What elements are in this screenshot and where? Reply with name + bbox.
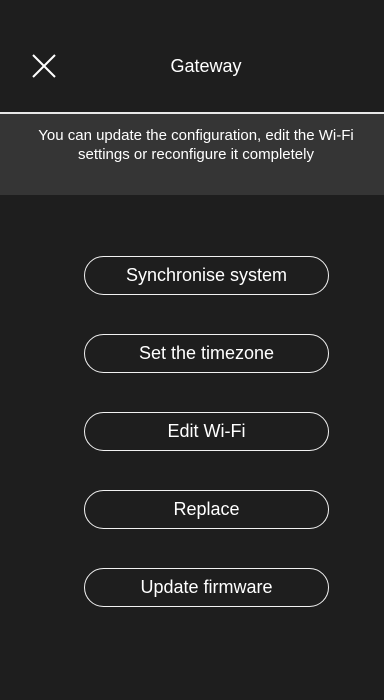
synchronise-system-button[interactable]: Synchronise system	[84, 256, 329, 295]
close-icon	[32, 54, 56, 78]
set-timezone-button[interactable]: Set the timezone	[84, 334, 329, 373]
info-banner: You can update the configuration, edit t…	[0, 114, 392, 195]
gateway-screen: Gateway You can update the configuration…	[0, 0, 392, 700]
replace-button[interactable]: Replace	[84, 490, 329, 529]
page-title: Gateway	[170, 56, 242, 76]
update-firmware-button[interactable]: Update firmware	[84, 568, 329, 607]
info-banner-text: You can update the configuration, edit t…	[38, 127, 354, 163]
header: Gateway	[0, 0, 392, 112]
action-menu: Synchronise system Set the timezone Edit…	[0, 256, 392, 646]
edit-wifi-button[interactable]: Edit Wi-Fi	[84, 412, 329, 451]
close-button[interactable]	[30, 52, 58, 80]
screen-edge	[384, 0, 392, 700]
